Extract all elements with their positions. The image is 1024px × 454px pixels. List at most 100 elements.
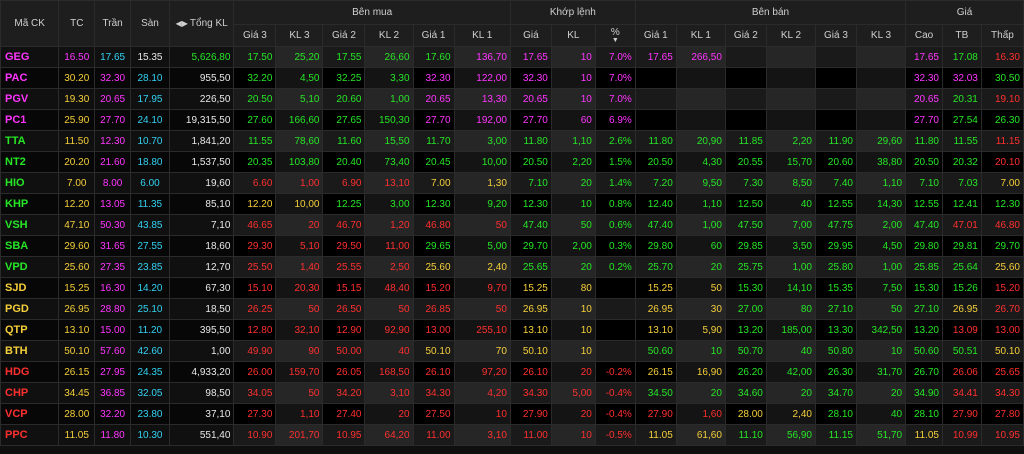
header-buy-gia2[interactable]: Giá 2 [322,24,366,47]
buy-price-1: 46.80 [412,214,455,236]
symbol[interactable]: HIO [0,172,60,194]
match-change-pct [594,319,636,341]
header-total-volume-label: Tổng KL [189,18,228,29]
sell-price-1: 50.60 [634,340,677,362]
header-buy-kl2[interactable]: KL 2 [364,24,414,47]
symbol[interactable]: HDG [0,361,60,383]
table-row[interactable]: BTH 50.10 57.60 42.60 1,00 49.90 90 50.00 40 50.1… [0,340,1024,362]
match-change-pct: 7.0% [594,67,636,89]
symbol[interactable]: KHP [0,193,60,215]
symbol[interactable]: GEG [0,46,60,68]
table-row[interactable]: NT2 20.20 21.60 18.80 1,537,50 20.35 103,80 20.… [0,151,1024,173]
symbol[interactable]: PGV [0,88,60,110]
buy-price-2: 34.20 [322,382,366,404]
arrow-down-icon[interactable]: ▼ [596,37,634,44]
table-row[interactable]: PPC 11.05 11.80 10.30 551,40 10.90 201,70 10.95… [0,424,1024,446]
sell-vol-2: 15,70 [765,151,817,173]
header-tran[interactable]: Trần [94,0,132,47]
match-volume: 60 [550,109,596,131]
symbol[interactable]: PPC [0,424,60,446]
header-buy-kl3[interactable]: KL 3 [275,24,324,47]
buy-price-2: 26.50 [322,298,366,320]
symbol[interactable]: SJD [0,277,60,299]
table-row[interactable]: HDG 26.15 27.95 24.35 4,933,20 26.00 159,70 26.… [0,361,1024,383]
symbol[interactable]: TTA [0,130,60,152]
sort-triangle-icon[interactable]: ◀▶ [176,19,188,28]
sell-vol-3 [855,46,907,68]
buy-price-2: 12.90 [322,319,366,341]
buy-price-3: 6.60 [233,172,277,194]
header-symbol[interactable]: Mã CK [0,0,60,47]
symbol[interactable]: SBA [0,235,60,257]
header-match-kl[interactable]: KL [550,24,596,47]
table-row[interactable]: SBA 29.60 31.65 27.55 18,60 29.30 5,10 29.50 11,… [0,235,1024,257]
header-match-gia[interactable]: Giá [509,24,552,47]
buy-vol-3: 20 [275,214,324,236]
header-buy-gia3[interactable]: Giá 3 [233,24,277,47]
low-price: 16.30 [980,46,1024,68]
header-price-thap[interactable]: Thấp [980,24,1024,47]
table-row[interactable]: GEG 16.50 17.65 15.35 5,626,80 17.50 25,20 17.5… [0,46,1024,68]
table-row[interactable]: PAC 30.20 32.30 28.10 955,50 32.20 4,50 32.25 3,… [0,67,1024,89]
header-sell-gia3[interactable]: Giá 3 [815,24,857,47]
sell-price-1: 12.40 [634,193,677,215]
sell-vol-1: 1,10 [675,193,726,215]
symbol[interactable]: QTP [0,319,60,341]
sell-vol-2 [765,67,817,89]
table-row[interactable]: HIO 7.00 8.00 6.00 19,60 6.60 1,00 6.90 13,10 7.0… [0,172,1024,194]
header-total-volume[interactable]: ◀▶ Tổng KL [168,0,235,47]
sell-vol-1: 1,00 [675,214,726,236]
symbol[interactable]: PAC [0,67,60,89]
ref-price: 7.00 [58,172,96,194]
symbol[interactable]: PC1 [0,109,60,131]
header-san[interactable]: Sàn [130,0,170,47]
sell-price-2: 7.30 [724,172,767,194]
high-price: 11.05 [905,424,943,446]
symbol[interactable]: VSH [0,214,60,236]
header-sell-kl3[interactable]: KL 3 [855,24,907,47]
sell-vol-1 [675,88,726,110]
table-row[interactable]: VPD 25.60 27.35 23.85 12,70 25.50 1,40 25.55 2,5… [0,256,1024,278]
buy-price-2: 29.50 [322,235,366,257]
table-row[interactable]: PGV 19.30 20.65 17.95 226,50 20.50 5,10 20.60 1,… [0,88,1024,110]
symbol[interactable]: VCP [0,403,60,425]
table-row[interactable]: VCP 28.00 32.20 23.80 37,10 27.30 1,10 27.40 20 2… [0,403,1024,425]
header-buy-kl1[interactable]: KL 1 [453,24,511,47]
high-price: 7.10 [905,172,943,194]
buy-price-1: 11.70 [412,130,455,152]
sell-vol-2: 3,50 [765,235,817,257]
table-row[interactable]: KHP 12.20 13.05 11.35 85,10 12.20 10,00 12.25 3,… [0,193,1024,215]
header-sell-gia2[interactable]: Giá 2 [724,24,767,47]
header-tc[interactable]: TC [58,0,96,47]
header-price-tb[interactable]: TB [941,24,982,47]
header-price-cao[interactable]: Cao [905,24,943,47]
buy-vol-1: 13,30 [453,88,511,110]
header-match-pct[interactable]: % ▼ [594,24,636,47]
buy-price-2: 27.40 [322,403,366,425]
header-sell-gia1[interactable]: Giá 1 [634,24,677,47]
match-volume: 10 [550,46,596,68]
symbol[interactable]: VPD [0,256,60,278]
sell-vol-3: 342,50 [855,319,907,341]
table-row[interactable]: CHP 34.45 36.85 32.05 98,50 34.05 50 34.20 3,10 3… [0,382,1024,404]
sell-price-3: 12.55 [815,193,857,215]
header-sell-kl1[interactable]: KL 1 [675,24,726,47]
symbol[interactable]: PGD [0,298,60,320]
table-row[interactable]: TTA 11.50 12.30 10.70 1,841,20 11.55 78,60 11.6… [0,130,1024,152]
table-row[interactable]: SJD 15.25 16.30 14.20 67,30 15.10 20,30 15.15 48… [0,277,1024,299]
header-buy-gia1[interactable]: Giá 1 [412,24,455,47]
ref-price: 26.15 [58,361,96,383]
header-sell-kl2[interactable]: KL 2 [765,24,817,47]
low-price: 27.80 [980,403,1024,425]
total-volume: 4,933,20 [168,361,235,383]
table-row[interactable]: PGD 26.95 28.80 25.10 18,50 26.25 50 26.50 50 26.… [0,298,1024,320]
table-row[interactable]: PC1 25.90 27.70 24.10 19,315,50 27.60 166,60 27… [0,109,1024,131]
symbol[interactable]: CHP [0,382,60,404]
symbol[interactable]: BTH [0,340,60,362]
low-price: 12.30 [980,193,1024,215]
avg-price: 11.55 [941,130,982,152]
ceiling-price: 32.20 [94,403,132,425]
table-row[interactable]: VSH 47.10 50.30 43.85 7,10 46.65 20 46.70 1,20 46… [0,214,1024,236]
table-row[interactable]: QTP 13.10 15.00 11.20 395,50 12.80 32,10 12.90 9… [0,319,1024,341]
symbol[interactable]: NT2 [0,151,60,173]
